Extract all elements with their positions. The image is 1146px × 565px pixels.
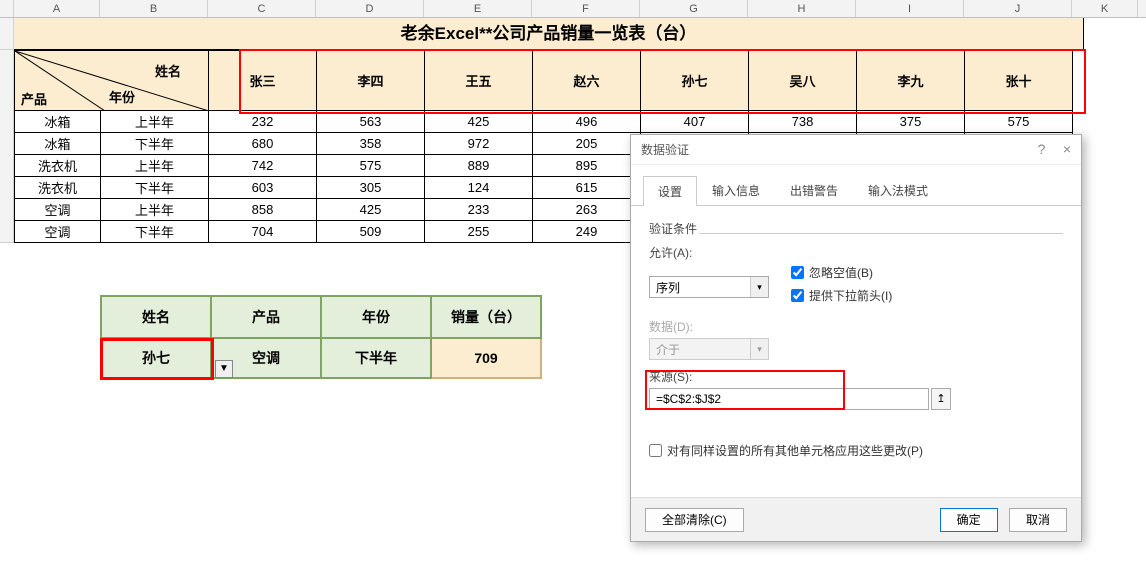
cell-value[interactable]: 358 — [317, 133, 425, 155]
cell-period[interactable]: 下半年 — [101, 221, 209, 243]
cell-value[interactable]: 603 — [209, 177, 317, 199]
cell-period[interactable]: 上半年 — [101, 199, 209, 221]
cell-period[interactable]: 上半年 — [101, 155, 209, 177]
dropdown-icon[interactable]: ▼ — [215, 360, 233, 378]
cell-value[interactable]: 575 — [965, 111, 1073, 133]
tab-input-message[interactable]: 输入信息 — [697, 175, 775, 205]
cell-product[interactable]: 洗衣机 — [15, 177, 101, 199]
page-title: 老余Excel**公司产品销量一览表（台） — [14, 18, 1084, 50]
data-select: 介于 ▾ — [649, 338, 769, 360]
cell-value[interactable]: 425 — [317, 199, 425, 221]
col-header: 王五 — [425, 51, 533, 111]
allow-label: 允许(A): — [649, 244, 1063, 261]
apply-all-checkbox[interactable] — [649, 444, 662, 457]
col-header: 李四 — [317, 51, 425, 111]
cell-value[interactable]: 232 — [209, 111, 317, 133]
range-picker-icon[interactable]: ↥ — [931, 388, 951, 410]
cell-period[interactable]: 下半年 — [101, 133, 209, 155]
dialog-title: 数据验证 — [641, 135, 689, 165]
col-header: 李九 — [857, 51, 965, 111]
cell-value[interactable]: 563 — [317, 111, 425, 133]
dialog-titlebar[interactable]: 数据验证 ? × — [631, 135, 1081, 165]
cell-value[interactable]: 124 — [425, 177, 533, 199]
tab-settings[interactable]: 设置 — [643, 176, 697, 206]
col-header: 孙七 — [641, 51, 749, 111]
diagonal-header: 产品 年份 姓名 — [15, 51, 209, 111]
cell-value[interactable]: 425 — [425, 111, 533, 133]
cell-value[interactable]: 680 — [209, 133, 317, 155]
ok-button[interactable]: 确定 — [940, 508, 998, 532]
cell-period[interactable]: 上半年 — [101, 111, 209, 133]
source-label: 来源(S): — [649, 368, 1063, 385]
lookup-period-cell[interactable]: 下半年 — [321, 338, 431, 378]
cell-value[interactable]: 738 — [749, 111, 857, 133]
cell-value[interactable]: 742 — [209, 155, 317, 177]
allow-select[interactable]: 序列 ▾ — [649, 276, 769, 298]
section-label: 验证条件 — [649, 220, 1063, 239]
cell-value[interactable]: 255 — [425, 221, 533, 243]
tab-ime-mode[interactable]: 输入法模式 — [853, 175, 943, 205]
cell-product[interactable]: 空调 — [15, 221, 101, 243]
cell-value[interactable]: 858 — [209, 199, 317, 221]
source-input[interactable] — [649, 388, 929, 410]
help-icon[interactable]: ? — [1038, 141, 1046, 157]
lookup-header: 产品 — [211, 296, 321, 338]
cell-product[interactable]: 冰箱 — [15, 111, 101, 133]
chevron-down-icon: ▾ — [750, 339, 768, 359]
col-header: 吴八 — [749, 51, 857, 111]
cell-period[interactable]: 下半年 — [101, 177, 209, 199]
provide-dropdown-checkbox[interactable] — [791, 289, 804, 302]
cell-value[interactable]: 205 — [533, 133, 641, 155]
cell-value[interactable]: 615 — [533, 177, 641, 199]
ignore-blank-checkbox[interactable] — [791, 266, 804, 279]
chevron-down-icon[interactable]: ▾ — [750, 277, 768, 297]
close-icon[interactable]: × — [1063, 141, 1071, 157]
lookup-sales-cell: 709 — [431, 338, 541, 378]
cell-product[interactable]: 空调 — [15, 199, 101, 221]
cell-value[interactable]: 249 — [533, 221, 641, 243]
cell-product[interactable]: 洗衣机 — [15, 155, 101, 177]
cell-value[interactable]: 496 — [533, 111, 641, 133]
cell-value[interactable]: 889 — [425, 155, 533, 177]
dialog-tabs: 设置 输入信息 出错警告 输入法模式 — [631, 165, 1081, 206]
lookup-header: 年份 — [321, 296, 431, 338]
cell-value[interactable]: 509 — [317, 221, 425, 243]
cell-value[interactable]: 895 — [533, 155, 641, 177]
data-label: 数据(D): — [649, 318, 1063, 335]
cell-value[interactable]: 704 — [209, 221, 317, 243]
column-ruler: A B C D E F G H I J K — [0, 0, 1146, 18]
lookup-header: 姓名 — [101, 296, 211, 338]
cell-value[interactable]: 305 — [317, 177, 425, 199]
col-header: 张十 — [965, 51, 1073, 111]
cell-value[interactable]: 375 — [857, 111, 965, 133]
tab-error-alert[interactable]: 出错警告 — [775, 175, 853, 205]
cell-value[interactable]: 407 — [641, 111, 749, 133]
lookup-panel: 姓名 产品 年份 销量（台） 孙七 空调 下半年 709 — [100, 295, 542, 379]
cell-value[interactable]: 575 — [317, 155, 425, 177]
cell-value[interactable]: 263 — [533, 199, 641, 221]
cell-value[interactable]: 233 — [425, 199, 533, 221]
lookup-header: 销量（台） — [431, 296, 541, 338]
data-validation-dialog: 数据验证 ? × 设置 输入信息 出错警告 输入法模式 验证条件 允许(A): … — [630, 134, 1082, 542]
cancel-button[interactable]: 取消 — [1009, 508, 1067, 532]
col-header: 张三 — [209, 51, 317, 111]
cell-product[interactable]: 冰箱 — [15, 133, 101, 155]
lookup-name-cell[interactable]: 孙七 — [101, 338, 211, 378]
cell-value[interactable]: 972 — [425, 133, 533, 155]
col-header: 赵六 — [533, 51, 641, 111]
clear-all-button[interactable]: 全部清除(C) — [645, 508, 744, 532]
table-row[interactable]: 冰箱上半年232563425496407738375575 — [15, 111, 1073, 133]
